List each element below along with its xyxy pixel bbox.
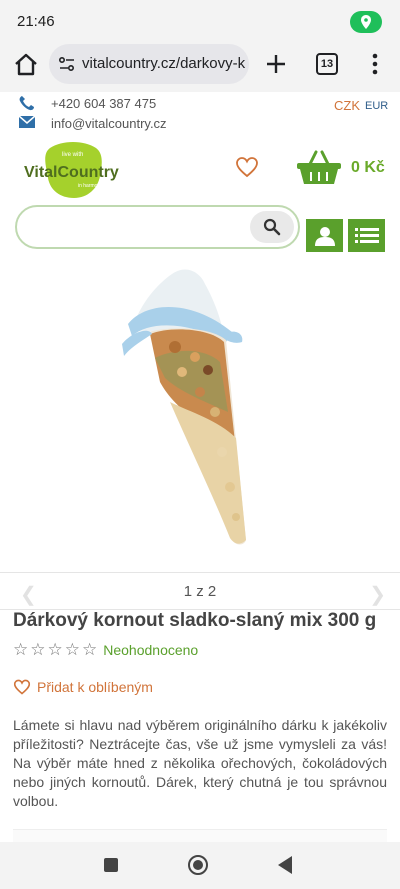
product-image[interactable] xyxy=(0,262,400,572)
logo-text: VitalCountry xyxy=(24,164,119,181)
user-account-button[interactable] xyxy=(306,219,343,252)
more-menu-icon[interactable] xyxy=(368,51,382,77)
heart-icon xyxy=(13,679,31,695)
gallery-pager: 1 z 2 xyxy=(183,583,217,600)
gallery-next-arrow-icon[interactable]: ❯ xyxy=(369,582,386,607)
site-settings-icon[interactable] xyxy=(58,55,76,73)
back-icon[interactable] xyxy=(278,856,292,874)
logo-tagline-top: live with xyxy=(62,152,83,158)
list-menu-icon xyxy=(354,227,379,243)
cart-total[interactable]: 0 Kč xyxy=(351,159,385,177)
wishlist-label[interactable]: Přidat k oblíbeným xyxy=(37,679,153,695)
status-bar: 21:46 xyxy=(0,0,400,42)
tab-switcher-button[interactable]: 13 xyxy=(316,53,338,75)
web-page: +420 604 387 475 info@vitalcountry.cz CZ… xyxy=(0,92,400,842)
product-rating[interactable]: ☆ ☆ ☆ ☆ ☆ Neohodnoceno xyxy=(13,641,198,659)
status-time: 21:46 xyxy=(17,13,55,30)
phone-icon xyxy=(18,95,38,111)
star-icon[interactable]: ☆ xyxy=(82,641,97,659)
menu-list-button[interactable] xyxy=(348,219,385,252)
home-circle-icon[interactable] xyxy=(188,855,208,875)
star-icon[interactable]: ☆ xyxy=(48,641,63,659)
phone-contact[interactable]: +420 604 387 475 xyxy=(18,94,156,112)
location-pin-icon xyxy=(350,11,382,33)
star-icon[interactable]: ☆ xyxy=(13,641,28,659)
favorites-heart-icon[interactable] xyxy=(235,156,259,178)
email-icon xyxy=(18,115,38,131)
site-logo[interactable]: live with VitalCountry in harmony xyxy=(22,142,128,200)
star-icon[interactable]: ☆ xyxy=(65,641,80,659)
url-text[interactable]: vitalcountry.cz/darkovy-k xyxy=(82,55,245,72)
product-title: Dárkový kornout sladko-slaný mix 300 g xyxy=(13,610,377,631)
email-contact[interactable]: info@vitalcountry.cz xyxy=(18,114,167,132)
currency-czk[interactable]: CZK xyxy=(334,98,360,113)
promo-banner-peek xyxy=(13,829,387,842)
search-box[interactable] xyxy=(15,205,300,249)
search-button[interactable] xyxy=(250,211,294,243)
search-icon xyxy=(263,218,281,236)
address-bar[interactable]: vitalcountry.cz/darkovy-k xyxy=(49,44,249,84)
logo-tagline-bottom: in harmony xyxy=(78,183,103,189)
product-description: Lámete si hlavu nad výběrem originálního… xyxy=(13,717,387,809)
new-tab-icon[interactable] xyxy=(263,51,289,77)
star-icon[interactable]: ☆ xyxy=(30,641,45,659)
search-input[interactable] xyxy=(31,216,241,238)
cart-basket-icon[interactable] xyxy=(296,150,342,186)
user-icon xyxy=(314,226,335,246)
add-to-wishlist-button[interactable]: Přidat k oblíbeným xyxy=(13,679,153,695)
phone-number[interactable]: +420 604 387 475 xyxy=(51,96,156,111)
home-icon[interactable] xyxy=(12,51,40,79)
currency-eur[interactable]: EUR xyxy=(365,100,388,112)
email-address[interactable]: info@vitalcountry.cz xyxy=(51,116,167,131)
rating-status[interactable]: Neohodnoceno xyxy=(103,642,198,658)
gallery-navigation: ❮ 1 z 2 ❯ xyxy=(0,572,400,610)
browser-toolbar: vitalcountry.cz/darkovy-k 13 xyxy=(0,42,400,92)
system-navigation-bar xyxy=(0,842,400,889)
recents-icon[interactable] xyxy=(104,858,118,872)
